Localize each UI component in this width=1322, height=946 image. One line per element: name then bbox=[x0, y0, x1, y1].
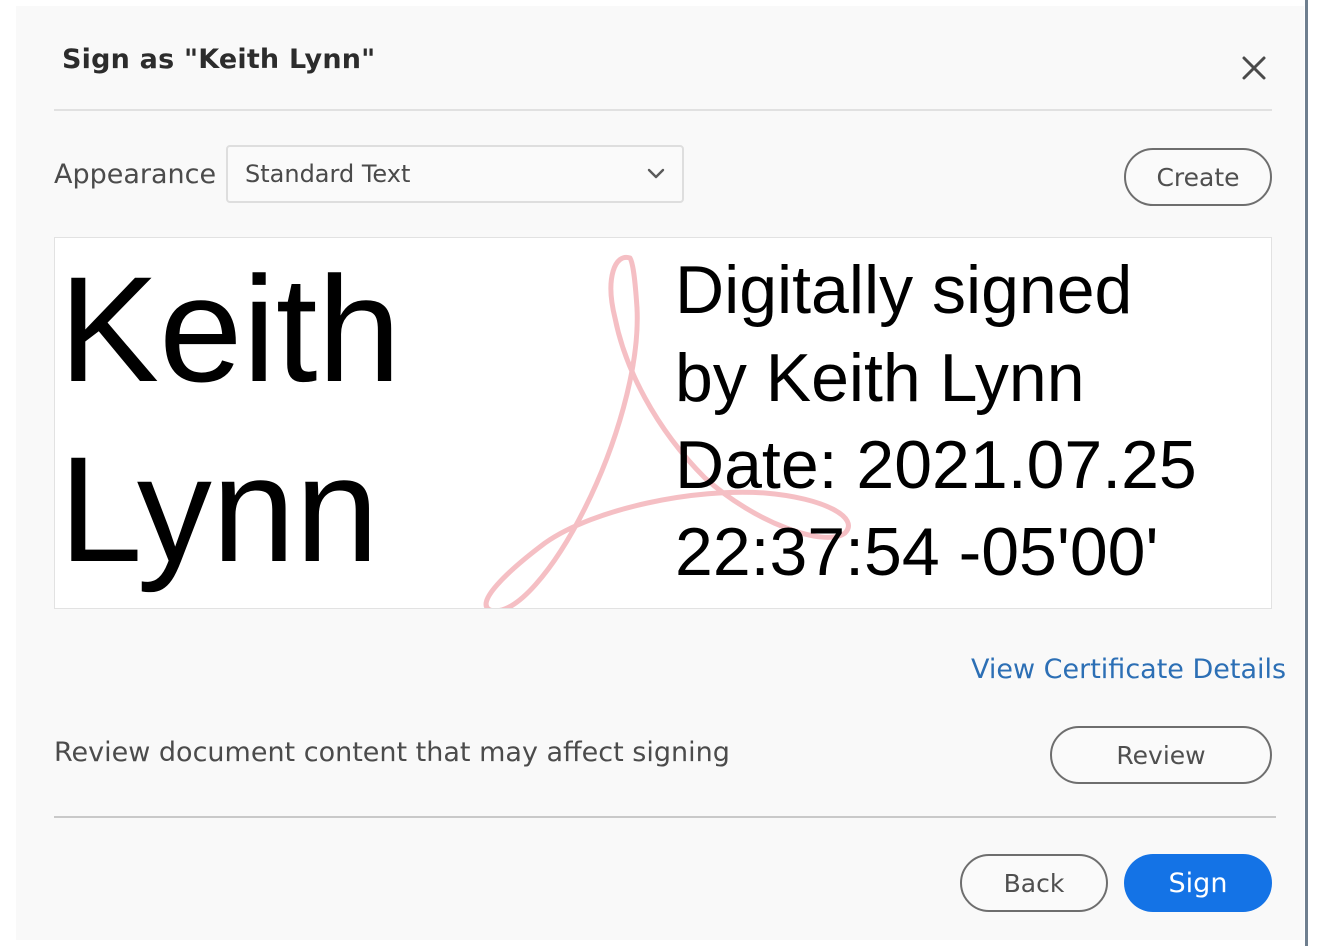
window-edge bbox=[1305, 0, 1308, 946]
signature-preview: Keith Lynn Digitally signed by Keith Lyn… bbox=[54, 237, 1272, 609]
create-button[interactable]: Create bbox=[1124, 148, 1272, 206]
signature-detail-line: Digitally signed bbox=[675, 252, 1133, 328]
close-icon bbox=[1242, 56, 1266, 80]
signature-name-first: Keith bbox=[59, 245, 401, 413]
appearance-dropdown[interactable]: Standard Text bbox=[226, 145, 684, 203]
appearance-label: Appearance bbox=[54, 159, 217, 190]
sign-dialog: Sign as "Keith Lynn" Appearance Standard… bbox=[16, 6, 1304, 940]
signature-name-last: Lynn bbox=[59, 425, 379, 593]
footer-divider bbox=[54, 816, 1276, 818]
signature-detail-line: Date: 2021.07.25 bbox=[675, 427, 1197, 503]
sign-button[interactable]: Sign bbox=[1124, 854, 1272, 912]
appearance-selected-value: Standard Text bbox=[245, 160, 411, 188]
header-divider bbox=[54, 109, 1272, 111]
signature-detail-line: by Keith Lynn bbox=[675, 340, 1085, 416]
review-button[interactable]: Review bbox=[1050, 726, 1272, 784]
view-certificate-details-link[interactable]: View Certificate Details bbox=[971, 654, 1286, 685]
close-button[interactable] bbox=[1236, 50, 1272, 86]
dialog-title: Sign as "Keith Lynn" bbox=[62, 44, 376, 75]
signature-detail-line: 22:37:54 -05'00' bbox=[675, 514, 1159, 590]
back-button[interactable]: Back bbox=[960, 854, 1108, 912]
chevron-down-icon bbox=[646, 166, 666, 185]
review-description: Review document content that may affect … bbox=[54, 737, 730, 768]
